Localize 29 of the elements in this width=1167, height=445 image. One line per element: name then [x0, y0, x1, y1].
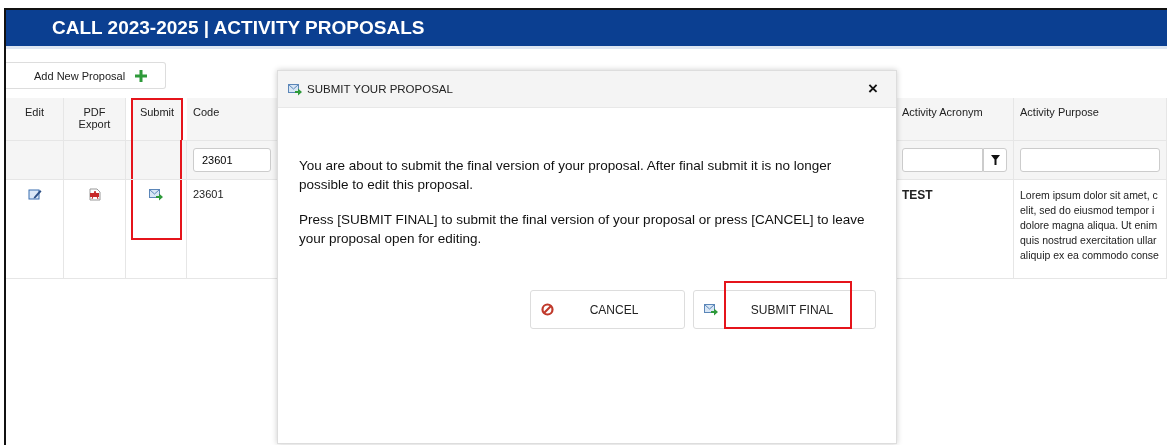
- pdf-icon[interactable]: [88, 188, 101, 201]
- submit-final-button[interactable]: SUBMIT FINAL: [693, 290, 876, 329]
- acronym-filter-field[interactable]: [902, 148, 983, 172]
- table-cell: 23601: [193, 188, 224, 200]
- column-header: Activity Acronym: [896, 98, 1014, 140]
- envelope-icon: [288, 82, 303, 96]
- cancel-icon: [541, 303, 554, 316]
- page-title: CALL 2023-2025 | ACTIVITY PROPOSALS: [52, 17, 425, 39]
- column-header: Activity Purpose: [1014, 98, 1167, 140]
- filter-icon: [990, 155, 1000, 165]
- add-proposal-button[interactable]: Add New Proposal: [6, 62, 166, 89]
- submit-icon[interactable]: [149, 188, 164, 201]
- table-cell: Lorem ipsum dolor sit amet, c elit, sed do eiusmod tempor i dolore magna aliqua. Ut enim quis nostrud exercitation ullar aliquip ex ea commodo conse: [1020, 188, 1160, 263]
- dialog-title: SUBMIT YOUR PROPOSAL: [307, 83, 454, 95]
- column-header: Edit: [6, 98, 64, 140]
- dialog-message: You are about to submit the final version of your proposal. After final submit it is no longer possible to edit this proposal.: [299, 157, 833, 194]
- plus-icon: [135, 69, 148, 82]
- edit-icon[interactable]: [27, 188, 42, 201]
- cancel-button[interactable]: CANCEL: [530, 290, 685, 329]
- column-header: Code: [187, 98, 278, 140]
- submit-icon[interactable]: [704, 303, 719, 316]
- close-button[interactable]: ×: [864, 79, 882, 99]
- table-cell: TEST: [902, 188, 933, 202]
- column-header: Submit: [131, 98, 183, 140]
- code-filter-field[interactable]: 23601: [193, 148, 271, 172]
- filter-button[interactable]: [983, 148, 1007, 172]
- purpose-filter-field[interactable]: [1020, 148, 1160, 172]
- dialog-message: Press [SUBMIT FINAL] to submit the final version of your proposal or press [CANCEL] to leave your proposal open for editing.: [299, 211, 866, 248]
- column-header: PDF Export: [64, 98, 126, 140]
